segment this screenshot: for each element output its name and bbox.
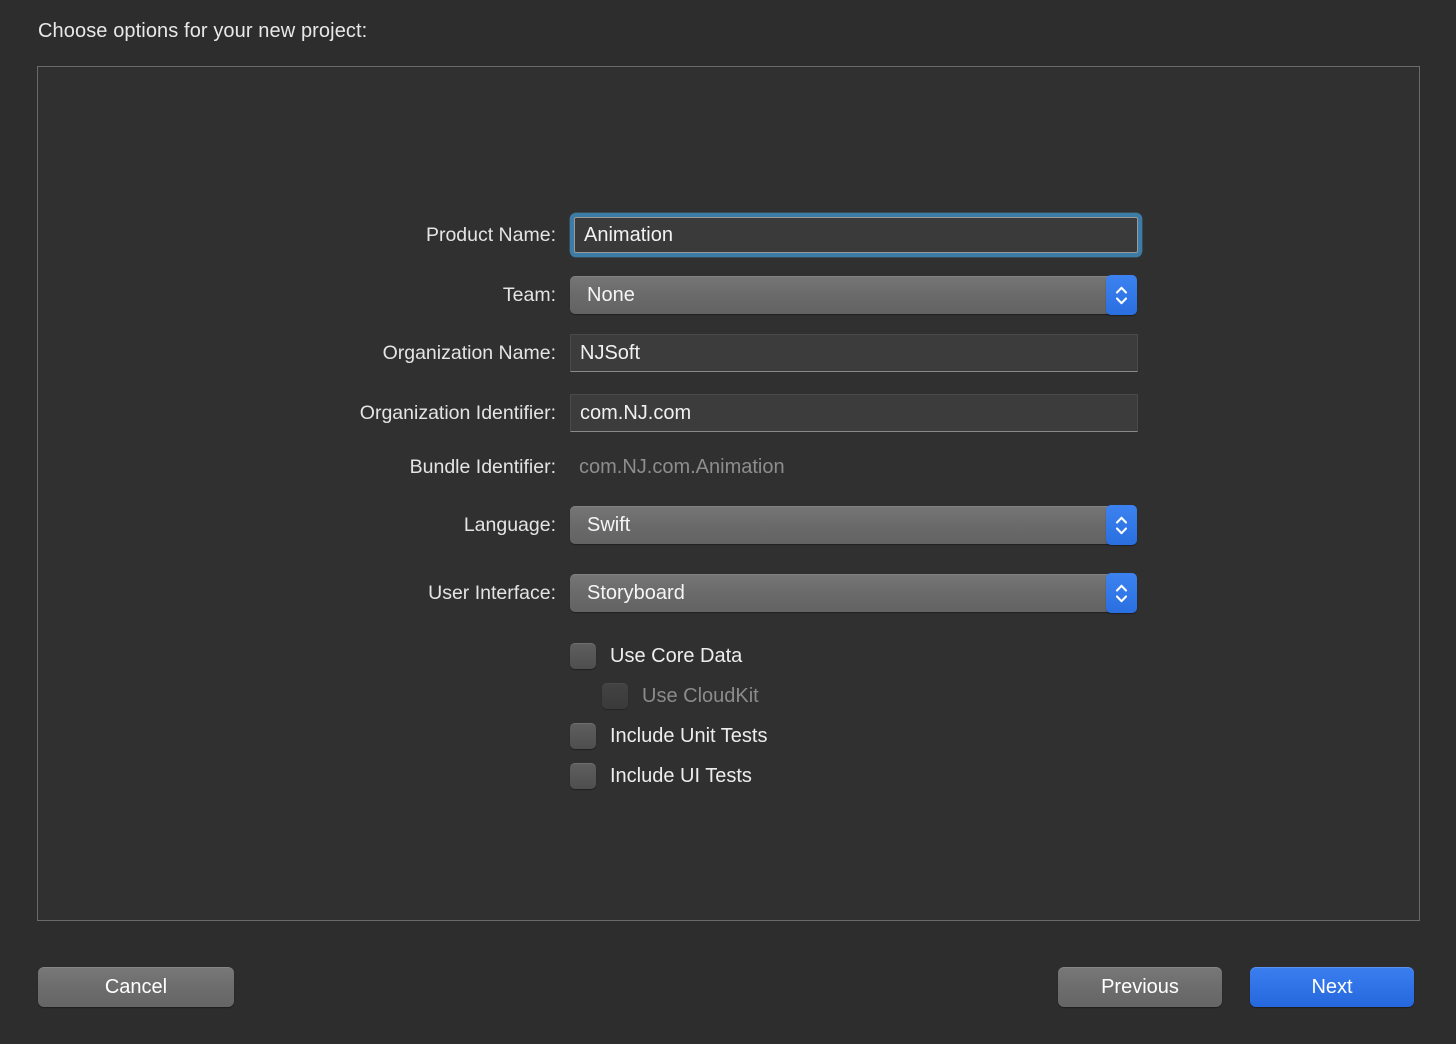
organization-identifier-label: Organization Identifier: bbox=[359, 402, 556, 424]
language-select[interactable]: Swift bbox=[570, 505, 1137, 545]
checkbox-include-ui-tests[interactable]: Include UI Tests bbox=[570, 763, 752, 789]
checkbox-include-unit-tests[interactable]: Include Unit Tests bbox=[570, 723, 768, 749]
product-name-value: Animation bbox=[584, 224, 673, 246]
team-label: Team: bbox=[502, 284, 556, 306]
cancel-button[interactable]: Cancel bbox=[38, 967, 234, 1007]
team-field-wrapper: None bbox=[570, 275, 1137, 315]
product-name-label: Product Name: bbox=[425, 224, 556, 246]
team-value: None bbox=[587, 284, 635, 306]
language-field-wrapper: Swift bbox=[570, 505, 1137, 545]
chevron-updown-icon[interactable] bbox=[1106, 573, 1137, 613]
project-options-form: Product Name: Animation Team: None Organ… bbox=[38, 67, 1419, 920]
checkbox-use-core-data[interactable]: Use Core Data bbox=[570, 643, 742, 669]
page-title: Choose options for your new project: bbox=[38, 20, 368, 42]
language-value: Swift bbox=[587, 514, 631, 536]
next-button[interactable]: Next bbox=[1250, 967, 1414, 1007]
checkbox-label: Use Core Data bbox=[610, 644, 743, 667]
team-select[interactable]: None bbox=[570, 275, 1137, 315]
bundle-identifier-wrapper: com.NJ.com.Animation bbox=[570, 448, 794, 486]
checkbox-box-icon[interactable] bbox=[570, 643, 596, 669]
checkbox-label: Use CloudKit bbox=[642, 684, 759, 707]
checkbox-label: Include UI Tests bbox=[610, 764, 752, 787]
new-project-options-dialog: Choose options for your new project: Pro… bbox=[0, 0, 1456, 1044]
organization-name-input[interactable]: NJSoft bbox=[570, 334, 1138, 372]
organization-name-field-wrapper: NJSoft bbox=[570, 334, 1138, 372]
previous-button[interactable]: Previous bbox=[1058, 967, 1222, 1007]
organization-identifier-field-wrapper: com.NJ.com bbox=[570, 394, 1138, 432]
product-name-field-wrapper: Animation bbox=[570, 213, 1142, 257]
organization-identifier-value: com.NJ.com bbox=[580, 402, 692, 424]
checkbox-box-icon[interactable] bbox=[570, 723, 596, 749]
checkbox-label: Include Unit Tests bbox=[610, 724, 768, 747]
language-label: Language: bbox=[463, 514, 556, 536]
user-interface-select[interactable]: Storyboard bbox=[570, 573, 1137, 613]
user-interface-field-wrapper: Storyboard bbox=[570, 573, 1137, 613]
user-interface-label: User Interface: bbox=[428, 582, 556, 604]
user-interface-value: Storyboard bbox=[587, 582, 685, 604]
bundle-identifier-value: com.NJ.com.Animation bbox=[579, 455, 785, 478]
organization-name-label: Organization Name: bbox=[382, 342, 556, 364]
options-panel: Product Name: Animation Team: None Organ… bbox=[37, 66, 1420, 921]
chevron-updown-icon[interactable] bbox=[1106, 505, 1137, 545]
organization-identifier-input[interactable]: com.NJ.com bbox=[570, 394, 1138, 432]
checkbox-box-icon[interactable] bbox=[570, 763, 596, 789]
checkbox-use-cloudkit: Use CloudKit bbox=[602, 683, 759, 709]
checkbox-box-icon bbox=[602, 683, 628, 709]
bundle-identifier-label: Bundle Identifier: bbox=[409, 456, 556, 478]
chevron-updown-icon[interactable] bbox=[1106, 275, 1137, 315]
product-name-input[interactable]: Animation bbox=[570, 213, 1142, 257]
organization-name-value: NJSoft bbox=[580, 342, 641, 364]
